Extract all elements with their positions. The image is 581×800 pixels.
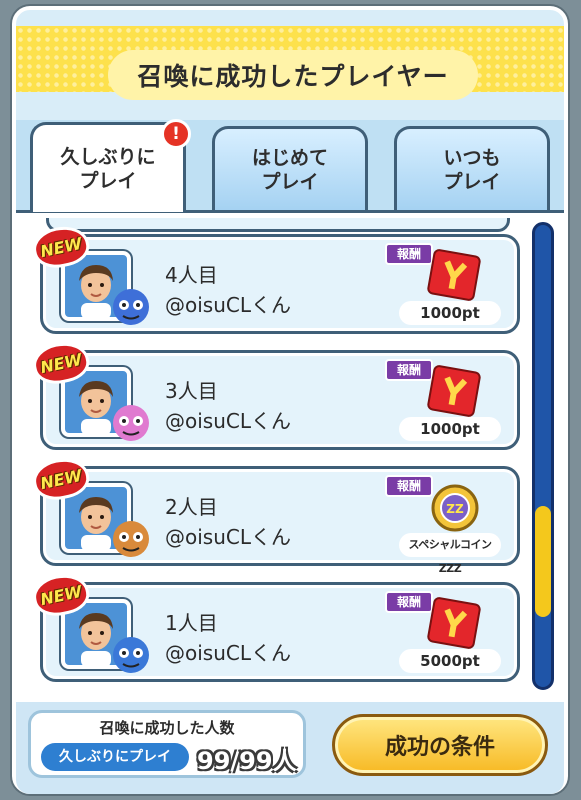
new-badge-label: NEW bbox=[38, 465, 84, 493]
tab-label: はじめて プレイ bbox=[251, 146, 328, 193]
success-count-box: 召喚に成功した人数 久しぶりにプレイ 99/99人 bbox=[28, 710, 306, 778]
svg-text:ZZ: ZZ bbox=[446, 502, 464, 516]
alert-badge-icon: ! bbox=[161, 119, 191, 149]
title-band: 召喚に成功したプレイヤー bbox=[16, 26, 564, 100]
title-pill: 召喚に成功したプレイヤー bbox=[108, 50, 478, 100]
footer: 召喚に成功した人数 久しぶりにプレイ 99/99人 成功の条件 bbox=[16, 702, 564, 794]
summon-success-panel: 召喚に成功したプレイヤー 久しぶりに プレイ ! はじめて プレイ いつも プレ… bbox=[12, 6, 568, 794]
tab-label: 久しぶりに プレイ bbox=[60, 145, 156, 192]
yokai-point-card-icon bbox=[427, 249, 481, 301]
tab-long-absence[interactable]: 久しぶりに プレイ ! bbox=[30, 119, 191, 212]
tab-first-time[interactable]: はじめて プレイ bbox=[212, 126, 368, 210]
count-value: 99/99人 bbox=[197, 747, 297, 775]
player-order: 2人目 bbox=[165, 495, 218, 519]
scrollbar-track[interactable] bbox=[532, 222, 554, 690]
success-conditions-button[interactable]: 成功の条件 bbox=[332, 714, 548, 776]
player-name: @oisuCLくん bbox=[165, 409, 291, 433]
player-name: @oisuCLくん bbox=[165, 641, 291, 665]
scrollbar-thumb[interactable] bbox=[535, 505, 551, 617]
reward-value: スペシャルコインZZZ bbox=[399, 533, 501, 575]
list-item[interactable]: NEW 2人目 @oisuCLくん 報酬 ZZ スペシャルコインZZZ bbox=[29, 453, 520, 575]
yokai-icon bbox=[113, 521, 149, 557]
new-badge-label: NEW bbox=[38, 581, 84, 609]
count-category: 久しぶりにプレイ bbox=[41, 743, 189, 771]
player-name: @oisuCLくん bbox=[165, 525, 291, 549]
previous-row-edge bbox=[46, 218, 510, 232]
special-coin-icon: ZZ bbox=[431, 484, 479, 532]
yokai-icon bbox=[113, 637, 149, 673]
yokai-icon bbox=[113, 405, 149, 441]
new-badge-label: NEW bbox=[38, 349, 84, 377]
list-item[interactable]: NEW 1人目 @oisuCLくん 報酬 5000pt bbox=[29, 569, 520, 682]
yokai-icon bbox=[113, 289, 149, 325]
list-item[interactable]: NEW 3人目 @oisuCLくん 報酬 1000pt bbox=[29, 337, 520, 450]
reward-value: 1000pt bbox=[399, 301, 501, 325]
page-title: 召喚に成功したプレイヤー bbox=[137, 62, 449, 91]
tab-regular[interactable]: いつも プレイ bbox=[394, 126, 550, 210]
new-badge-label: NEW bbox=[38, 233, 84, 261]
yokai-point-card-icon bbox=[427, 597, 481, 649]
reward-value: 5000pt bbox=[399, 649, 501, 673]
player-order: 1人目 bbox=[165, 611, 218, 635]
reward-value: 1000pt bbox=[399, 417, 501, 441]
player-name: @oisuCLくん bbox=[165, 293, 291, 317]
player-order: 3人目 bbox=[165, 379, 218, 403]
yokai-point-card-icon bbox=[427, 365, 481, 417]
yokai-body bbox=[113, 289, 149, 325]
list-item[interactable]: NEW 4人目 @oisuCLくん 報酬 1000pt bbox=[29, 221, 520, 334]
count-label: 召喚に成功した人数 bbox=[99, 719, 235, 737]
player-order: 4人目 bbox=[165, 263, 218, 287]
tab-label: いつも プレイ bbox=[443, 146, 501, 193]
